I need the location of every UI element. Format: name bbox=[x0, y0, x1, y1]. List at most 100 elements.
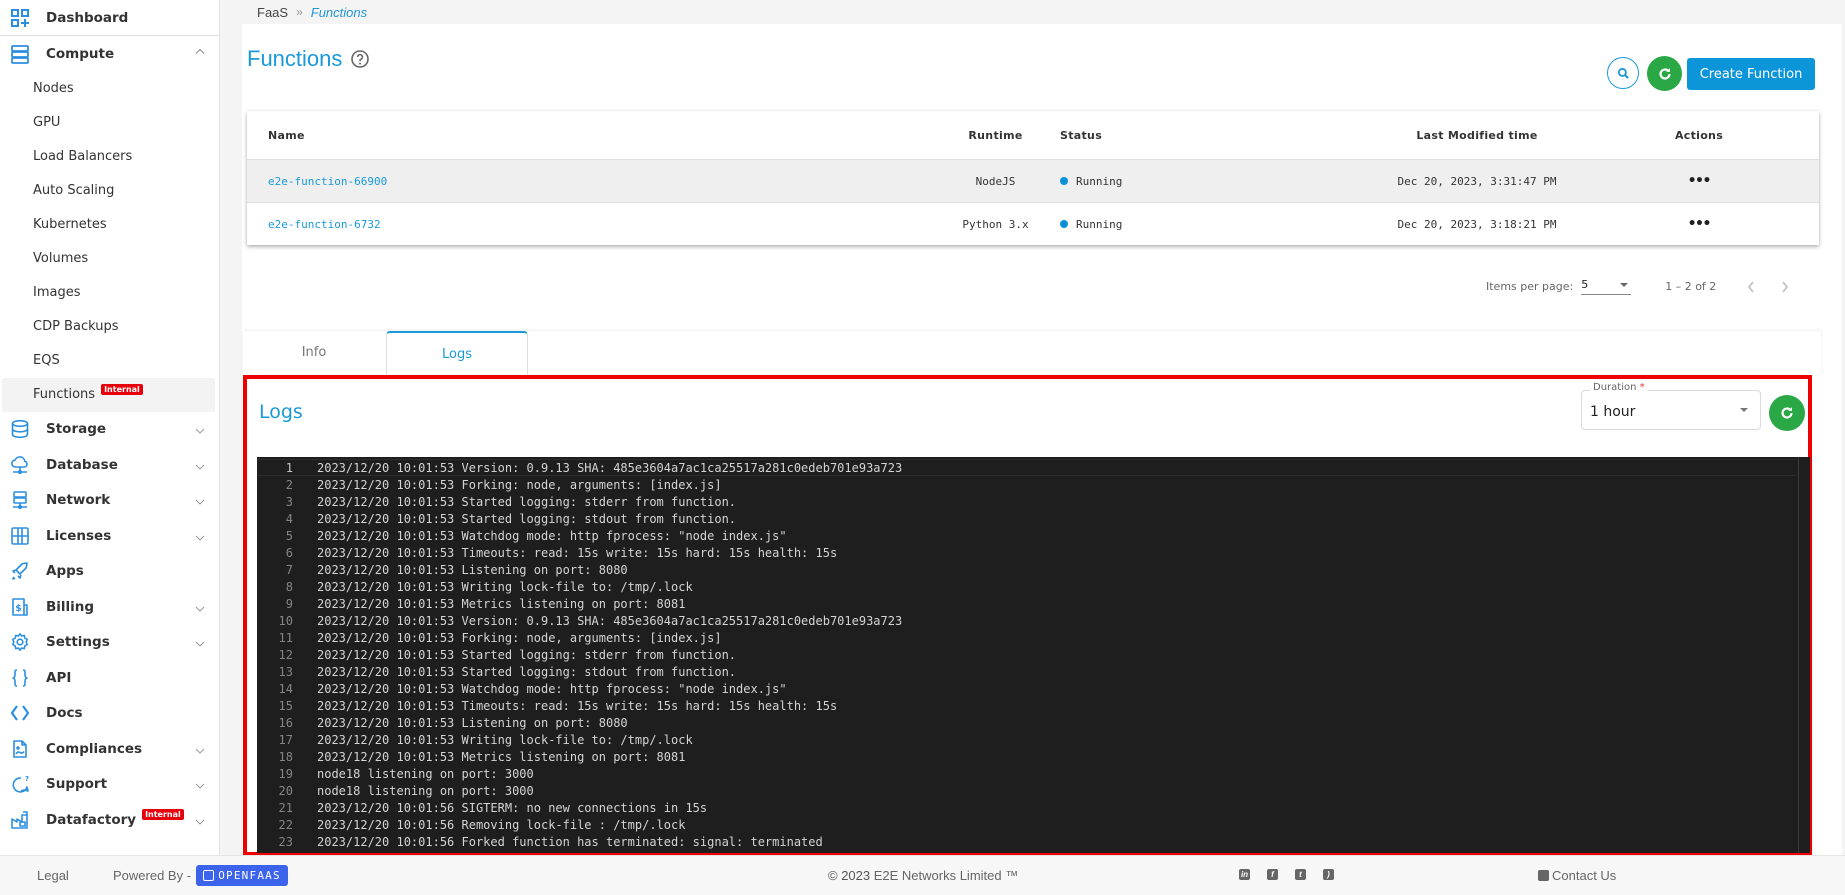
table-row[interactable]: e2e-function-6732 Python 3.x Running Dec… bbox=[247, 203, 1819, 245]
dashboard-icon bbox=[10, 8, 30, 28]
chevron-down-icon bbox=[195, 497, 205, 507]
sidebar-item-datafactory[interactable]: Datafactory Internal bbox=[0, 802, 219, 838]
sidebar-item-cdp-backups[interactable]: CDP Backups bbox=[0, 310, 219, 344]
log-line: 10 2023/12/20 10:01:53 Version: 0.9.13 SH… bbox=[257, 612, 1810, 629]
sidebar-item-database[interactable]: Database bbox=[0, 447, 219, 483]
sidebar-item-label: Kubernetes bbox=[33, 217, 107, 232]
log-text: 2023/12/20 10:01:53 Listening on port: 8… bbox=[317, 562, 628, 577]
log-text: 2023/12/20 10:01:53 Version: 0.9.13 SHA:… bbox=[317, 460, 903, 475]
line-number: 16 bbox=[278, 715, 293, 730]
contact-us-text: Contact Us bbox=[1552, 868, 1617, 883]
function-name-link[interactable]: e2e-function-6732 bbox=[268, 218, 381, 231]
sidebar-item-functions[interactable]: Functions Internal bbox=[2, 377, 215, 412]
table-row[interactable]: e2e-function-66900 NodeJS Running Dec 20… bbox=[247, 160, 1819, 203]
sidebar-item-label: CDP Backups bbox=[33, 319, 119, 334]
sidebar-item-support[interactable]: ? Support bbox=[0, 767, 219, 803]
sidebar-item-docs[interactable]: Docs bbox=[0, 696, 219, 732]
sidebar-item-api[interactable]: API bbox=[0, 660, 219, 696]
code-icon bbox=[10, 703, 30, 723]
sidebar-item-billing[interactable]: $ Billing bbox=[0, 589, 219, 625]
sidebar-item-images[interactable]: Images bbox=[0, 276, 219, 310]
sidebar-item-label: Network bbox=[46, 492, 111, 509]
help-icon[interactable] bbox=[350, 49, 370, 69]
sidebar-item-label: Datafactory bbox=[46, 811, 137, 828]
breadcrumb: FaaS » Functions bbox=[245, 0, 1843, 24]
more-actions-button[interactable]: ••• bbox=[1674, 216, 1724, 232]
linkedin-icon[interactable]: in bbox=[1239, 869, 1250, 880]
refresh-button[interactable] bbox=[1647, 56, 1682, 91]
log-text: 2023/12/20 10:01:56 Removing lock-file :… bbox=[317, 817, 686, 832]
function-name-link[interactable]: e2e-function-66900 bbox=[268, 175, 387, 188]
gear-icon bbox=[10, 632, 30, 652]
sidebar-item-label: Support bbox=[46, 776, 108, 793]
sidebar-item-load-balancers[interactable]: Load Balancers bbox=[0, 140, 219, 174]
log-text: 2023/12/20 10:01:56 SIGTERM: no new conn… bbox=[317, 800, 708, 815]
log-line: 8 2023/12/20 10:01:53 Writing lock-file t… bbox=[257, 578, 1810, 595]
log-viewer[interactable]: 1 2023/12/20 10:01:53 Version: 0.9.13 SHA… bbox=[257, 457, 1810, 853]
sidebar-item-kubernetes[interactable]: Kubernetes bbox=[0, 208, 219, 242]
sidebar-item-label: Billing bbox=[46, 598, 95, 615]
sidebar-item-settings[interactable]: Settings bbox=[0, 625, 219, 661]
sidebar-item-network[interactable]: Network bbox=[0, 483, 219, 519]
create-function-button[interactable]: Create Function bbox=[1687, 58, 1815, 90]
log-line: 12 2023/12/20 10:01:53 Started logging: s… bbox=[257, 646, 1810, 663]
sidebar-item-licenses[interactable]: Licenses bbox=[0, 518, 219, 554]
column-header-modified[interactable]: Last Modified time bbox=[1377, 129, 1577, 142]
svg-text:?: ? bbox=[25, 775, 29, 783]
legal-link[interactable]: Legal bbox=[37, 868, 69, 883]
sidebar-item-nodes[interactable]: Nodes bbox=[0, 72, 219, 106]
rss-icon[interactable]: ) bbox=[1323, 869, 1334, 880]
openfaas-logo[interactable]: OPENFAAS bbox=[196, 865, 288, 886]
log-line: 5 2023/12/20 10:01:53 Watchdog mode: http… bbox=[257, 527, 1810, 544]
breadcrumb-faas[interactable]: FaaS bbox=[257, 5, 288, 20]
sidebar-item-label: Dashboard bbox=[46, 9, 129, 26]
log-text: node18 listening on port: 3000 bbox=[317, 783, 534, 798]
sidebar-item-auto-scaling[interactable]: Auto Scaling bbox=[0, 174, 219, 208]
duration-value: 1 hour bbox=[1590, 404, 1636, 420]
functions-table: Name Runtime Status Last Modified time A… bbox=[247, 111, 1819, 245]
search-button[interactable] bbox=[1607, 57, 1639, 89]
twitter-icon[interactable]: t bbox=[1295, 869, 1306, 880]
licenses-icon bbox=[10, 526, 30, 546]
items-per-page-select[interactable]: 5 bbox=[1581, 278, 1632, 295]
duration-select[interactable]: Duration * 1 hour bbox=[1581, 382, 1761, 430]
sidebar-item-label: GPU bbox=[33, 115, 61, 130]
sidebar-item-storage[interactable]: Storage bbox=[0, 412, 219, 448]
contact-us-link[interactable]: Contact Us bbox=[1538, 868, 1616, 883]
openfaas-icon bbox=[203, 870, 215, 881]
sidebar-item-compliances[interactable]: Compliances bbox=[0, 731, 219, 767]
previous-page-button[interactable] bbox=[1746, 280, 1756, 294]
line-number: 18 bbox=[278, 749, 293, 764]
social-links: in f t ) bbox=[1239, 869, 1334, 880]
log-text: 2023/12/20 10:01:53 Forking: node, argum… bbox=[317, 630, 722, 645]
storage-icon bbox=[10, 419, 30, 439]
column-header-name[interactable]: Name bbox=[268, 129, 305, 142]
sidebar-item-label: Compute bbox=[46, 45, 115, 62]
log-line: 13 2023/12/20 10:01:53 Started logging: s… bbox=[257, 663, 1810, 680]
tab-info[interactable]: Info bbox=[243, 331, 385, 374]
dropdown-caret-icon bbox=[1620, 282, 1629, 287]
sidebar-item-label: Nodes bbox=[33, 81, 74, 96]
line-number: 2 bbox=[285, 477, 293, 492]
log-scrollbar[interactable] bbox=[1798, 457, 1810, 853]
column-header-status[interactable]: Status bbox=[1060, 129, 1102, 142]
sidebar-item-compute[interactable]: Compute bbox=[0, 36, 219, 72]
log-text: 2023/12/20 10:01:53 Metrics listening on… bbox=[317, 596, 686, 611]
facebook-icon[interactable]: f bbox=[1267, 869, 1278, 880]
phone-icon bbox=[1538, 870, 1549, 881]
log-text: 2023/12/20 10:01:53 Listening on port: 8… bbox=[317, 715, 628, 730]
sidebar-item-dashboard[interactable]: Dashboard bbox=[0, 0, 219, 36]
sidebar-item-gpu[interactable]: GPU bbox=[0, 106, 219, 140]
breadcrumb-current: Functions bbox=[310, 4, 368, 20]
log-text: 2023/12/20 10:01:53 Started logging: std… bbox=[317, 647, 737, 662]
log-line: 2 2023/12/20 10:01:53 Forking: node, argu… bbox=[257, 476, 1810, 493]
sidebar-item-volumes[interactable]: Volumes bbox=[0, 242, 219, 276]
log-text: 2023/12/20 10:01:53 Watchdog mode: http … bbox=[317, 681, 787, 696]
status-dot-icon bbox=[1060, 177, 1068, 185]
sidebar-item-eqs[interactable]: EQS bbox=[0, 344, 219, 378]
next-page-button[interactable] bbox=[1780, 280, 1790, 294]
tab-logs[interactable]: Logs bbox=[386, 331, 528, 375]
more-actions-button[interactable]: ••• bbox=[1674, 173, 1724, 189]
sidebar-item-apps[interactable]: Apps bbox=[0, 554, 219, 590]
refresh-logs-button[interactable] bbox=[1769, 395, 1805, 431]
